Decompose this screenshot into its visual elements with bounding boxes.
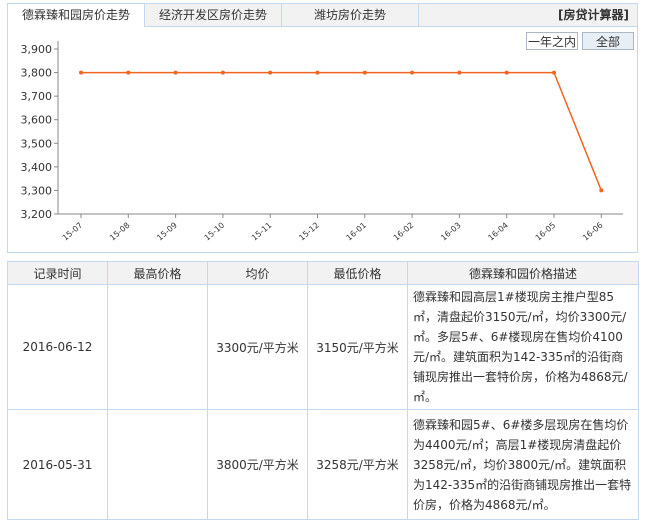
row-date: 2016-06-12 bbox=[7, 284, 108, 410]
y-tick-label: 3,500 bbox=[21, 137, 53, 150]
row-max-price bbox=[107, 409, 208, 520]
header-max-price: 最高价格 bbox=[107, 261, 208, 285]
y-tick-label: 3,600 bbox=[21, 114, 53, 127]
data-point bbox=[126, 70, 131, 75]
data-point bbox=[599, 188, 604, 193]
data-point bbox=[457, 70, 462, 75]
chart-panel: 3,200 3,300 3,400 3,500 3,600 3,700 3,800 3,900… bbox=[7, 27, 638, 253]
tab-district-trend[interactable]: 经济开发区房价走势 bbox=[145, 4, 282, 26]
mortgage-calculator-link[interactable]: [房贷计算器] bbox=[558, 4, 629, 26]
series-line bbox=[81, 71, 602, 191]
header-avg-price: 均价 bbox=[207, 261, 308, 285]
x-tick-label: 16-02 bbox=[392, 221, 416, 243]
row-avg-price: 3800元/平方米 bbox=[207, 409, 308, 520]
x-tick-label: 15-10 bbox=[203, 221, 227, 243]
x-tick-label: 15-12 bbox=[297, 221, 321, 243]
data-point bbox=[79, 70, 83, 75]
y-tick-label: 3,300 bbox=[21, 184, 53, 197]
x-tick-label: 15-11 bbox=[250, 221, 274, 243]
row-min-price: 3150元/平方米 bbox=[307, 284, 408, 410]
data-point bbox=[315, 70, 320, 75]
row-date: 2016-05-31 bbox=[7, 409, 108, 520]
price-line-chart: 3,200 3,300 3,400 3,500 3,600 3,700 3,800 3,900… bbox=[21, 41, 623, 243]
x-tick-label: 16-06 bbox=[581, 221, 605, 243]
data-point bbox=[552, 70, 556, 75]
header-description: 德霖臻和园价格描述 bbox=[407, 261, 639, 285]
data-point bbox=[362, 70, 367, 75]
y-tick-label: 3,200 bbox=[21, 208, 53, 221]
header-min-price: 最低价格 bbox=[307, 261, 408, 285]
tab-city-trend[interactable]: 潍坊房价走势 bbox=[282, 4, 419, 26]
x-tick-label: 16-04 bbox=[486, 221, 510, 243]
x-tick-label: 15-07 bbox=[61, 221, 85, 243]
x-tick-label: 16-03 bbox=[439, 221, 463, 243]
row-max-price bbox=[107, 284, 208, 410]
x-tick-label: 16-01 bbox=[344, 221, 368, 243]
row-description: 德霖臻和园高层1#楼现房主推户型85㎡，清盘起价3150元/㎡，均价3300元/… bbox=[407, 284, 639, 410]
price-history-table: 记录时间 最高价格 均价 最低价格 德霖臻和园价格描述 2016-06-12 3… bbox=[7, 261, 639, 520]
table-header-row: 记录时间 最高价格 均价 最低价格 德霖臻和园价格描述 bbox=[7, 261, 639, 285]
row-avg-price: 3300元/平方米 bbox=[207, 284, 308, 410]
header-date: 记录时间 bbox=[7, 261, 108, 285]
tab-bar: 德霖臻和园房价走势 经济开发区房价走势 潍坊房价走势 [房贷计算器] bbox=[7, 3, 638, 27]
y-tick-label: 3,700 bbox=[21, 90, 53, 103]
tab-project-trend[interactable]: 德霖臻和园房价走势 bbox=[8, 4, 145, 27]
data-point bbox=[504, 70, 509, 75]
data-point bbox=[268, 70, 273, 75]
x-tick-label: 16-05 bbox=[534, 221, 558, 243]
y-tick-label: 3,400 bbox=[21, 161, 53, 174]
range-one-year-button[interactable]: 一年之内 bbox=[526, 32, 578, 50]
x-tick-label: 15-09 bbox=[155, 221, 179, 243]
table-row: 2016-06-12 3300元/平方米 3150元/平方米 德霖臻和园高层1#… bbox=[7, 284, 639, 410]
data-point bbox=[220, 70, 225, 75]
y-tick-label: 3,900 bbox=[21, 43, 53, 56]
data-point bbox=[410, 70, 415, 75]
x-tick-label: 15-08 bbox=[108, 221, 132, 243]
row-min-price: 3258元/平方米 bbox=[307, 409, 408, 520]
table-row: 2016-05-31 3800元/平方米 3258元/平方米 德霖臻和园5#、6… bbox=[7, 409, 639, 520]
row-description: 德霖臻和园5#、6#楼多层现房在售均价为4400元/㎡；高层1#楼现房清盘起价3… bbox=[407, 409, 639, 520]
data-point bbox=[173, 70, 178, 75]
range-all-button[interactable]: 全部 bbox=[582, 32, 634, 50]
y-tick-label: 3,800 bbox=[21, 67, 53, 80]
